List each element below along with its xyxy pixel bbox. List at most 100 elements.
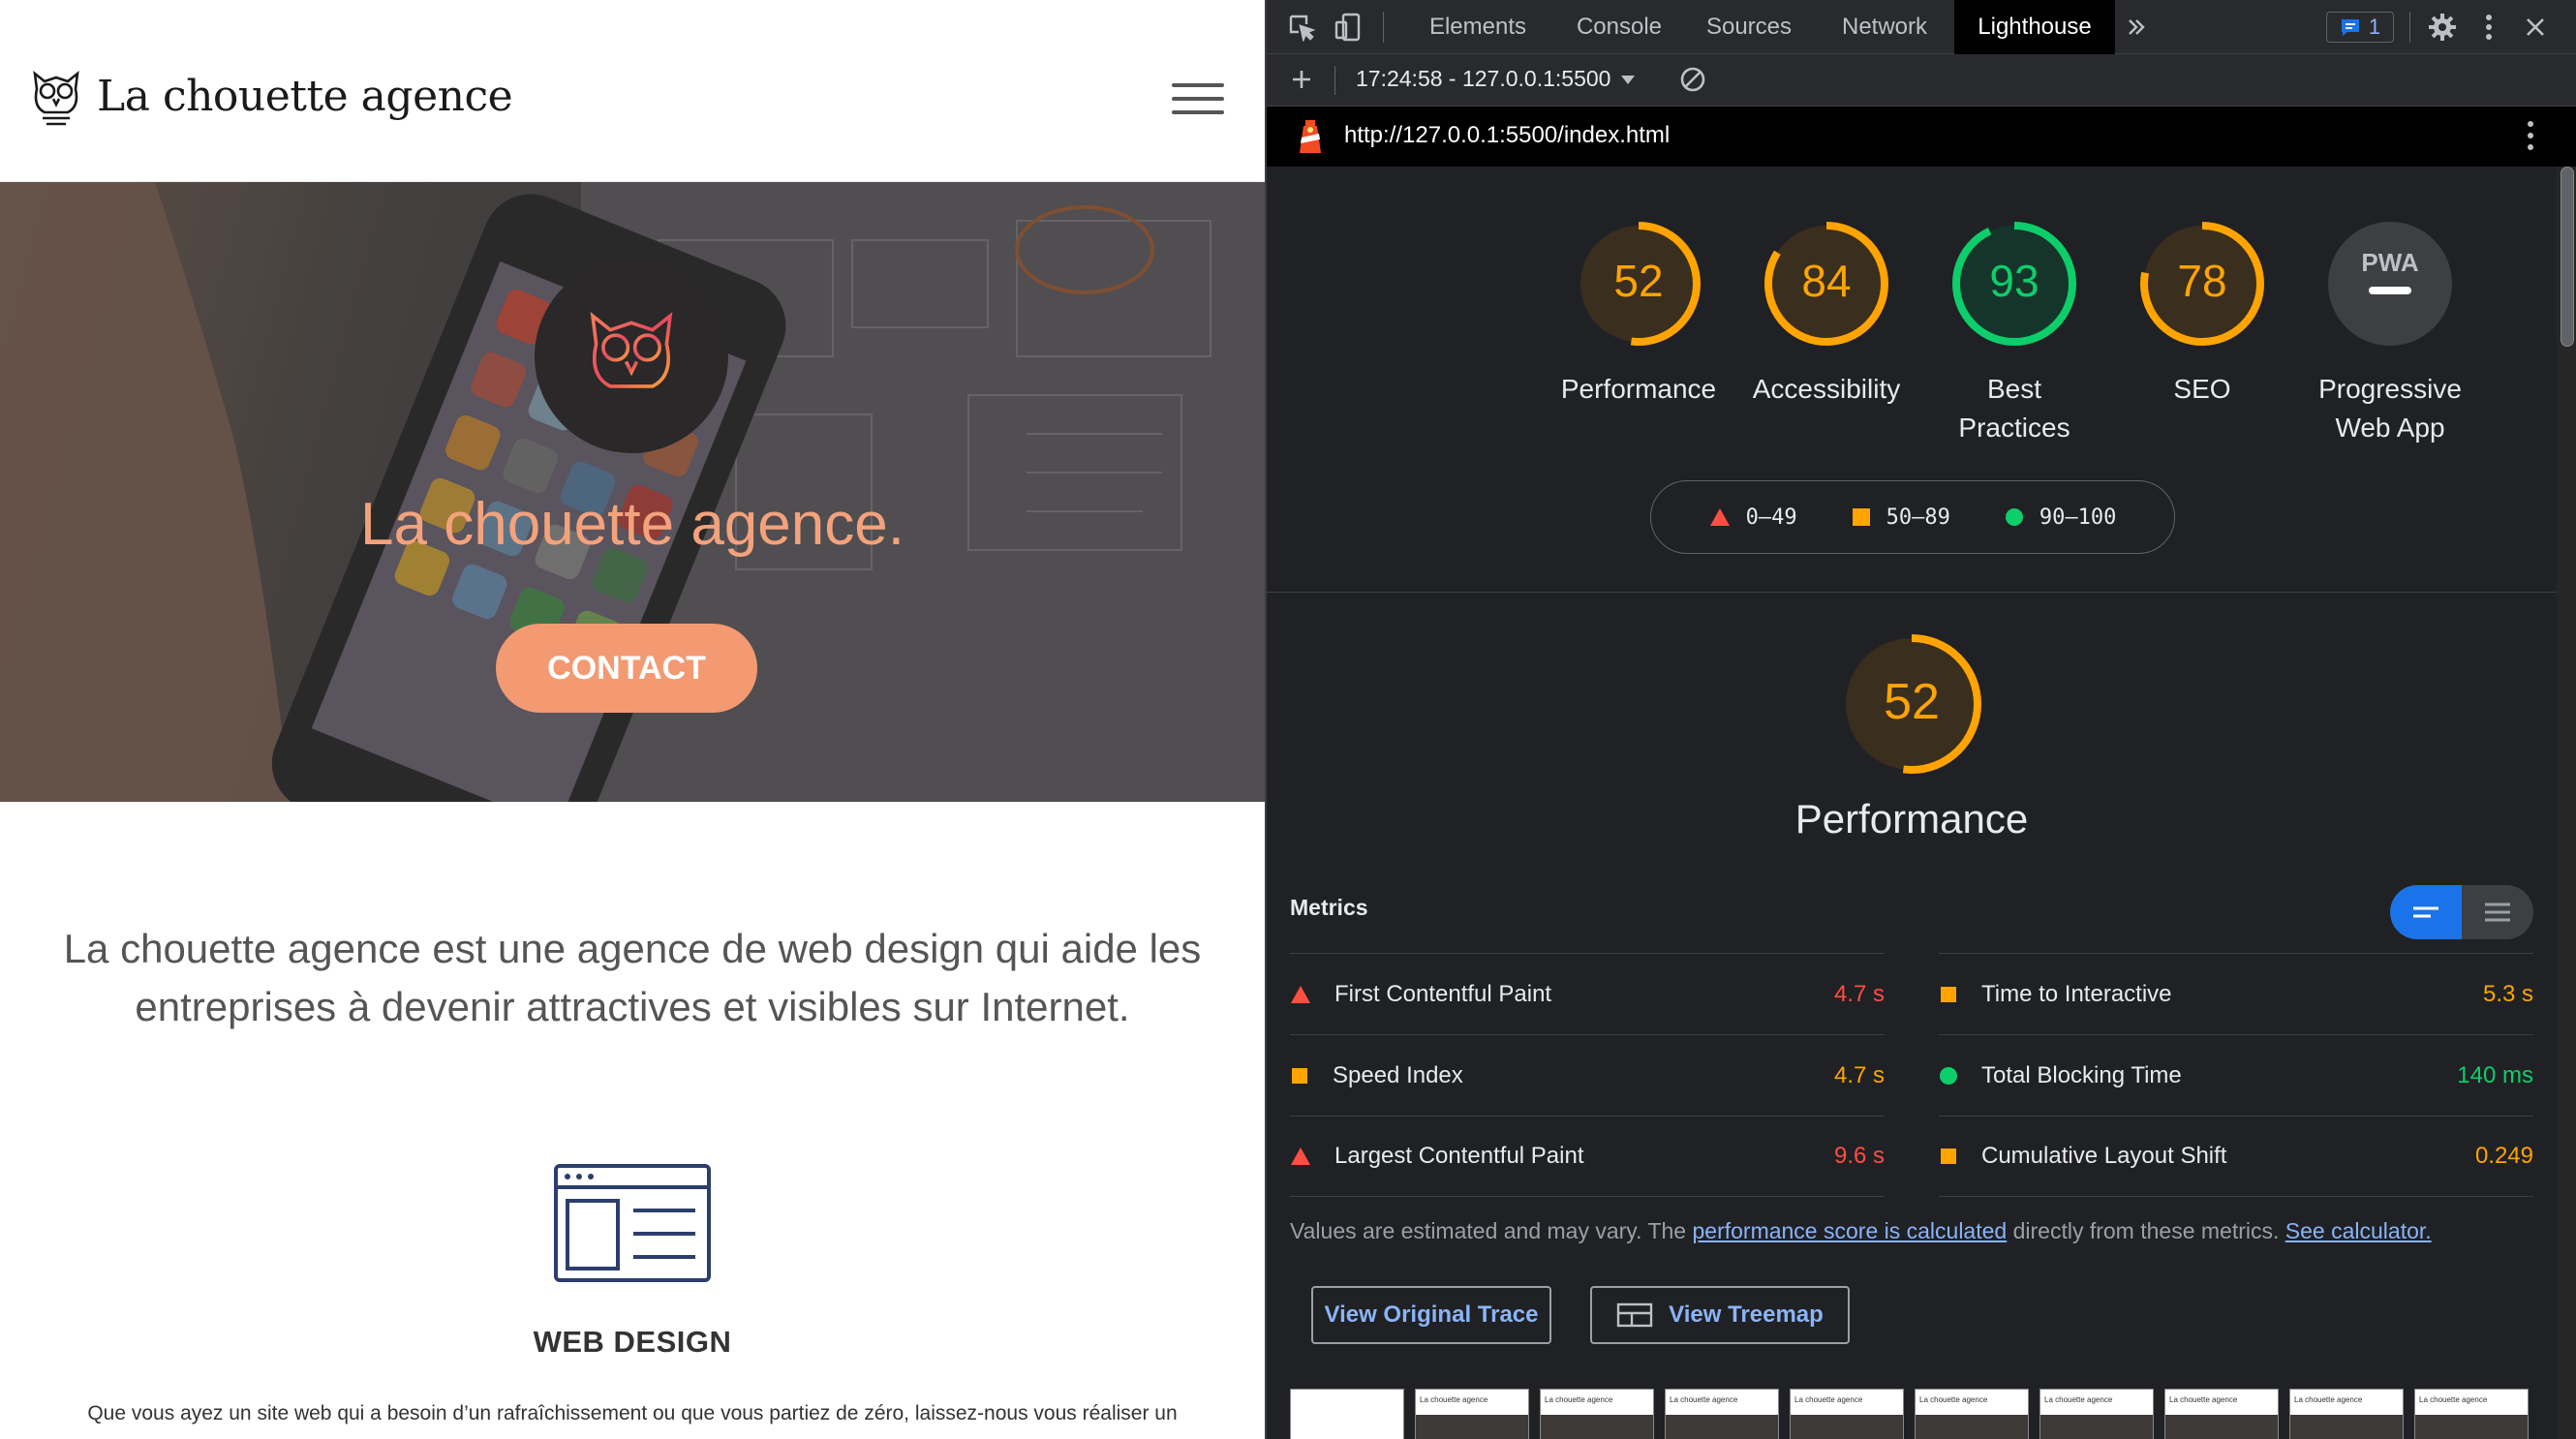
report-url[interactable]: http://127.0.0.1:5500/index.html [1344,122,1670,149]
metric-value: 9.6 s [1833,1143,1885,1169]
metric-row[interactable]: Speed Index 4.7 s [1290,1034,1885,1116]
metric-name: Speed Index [1333,1061,1463,1088]
filmstrip-frame-hero [1791,1415,1903,1439]
filmstrip-frame-logo: La chouette agence [1670,1395,1738,1404]
view-original-trace-button[interactable]: View Original Trace [1311,1286,1551,1344]
inspect-element-icon[interactable] [1284,10,1319,45]
intro-paragraph: La chouette agence est une agence de web… [63,926,1202,1029]
tab-console[interactable]: Console [1555,0,1683,54]
message-icon [2341,19,2359,36]
hero-banner: La chouette agence. CONTACT [0,182,1265,802]
gauge-ring: 78 [2140,222,2264,346]
filmstrip-frame: La chouette agence [2039,1389,2154,1439]
gauge-score: 52 [1613,256,1663,306]
hero-title: La chouette agence. [360,491,905,558]
legend-range: 0–49 [1745,505,1797,530]
metrics-column-left: First Contentful Paint 4.7 s Speed Index… [1290,953,1885,1197]
filmstrip-frame-logo: La chouette agence [2169,1395,2238,1404]
issues-badge[interactable]: 1 [2326,12,2394,43]
close-icon[interactable] [2518,10,2553,45]
issues-count: 1 [2368,15,2381,39]
view-treemap-button[interactable]: View Treemap [1590,1286,1850,1344]
metric-row[interactable]: Cumulative Layout Shift 0.249 [1939,1116,2533,1197]
tab-elements[interactable]: Elements [1400,0,1555,54]
legend-item-average: 50–89 [1852,505,1950,530]
gauge-score: 84 [1801,256,1851,306]
score-legend: 0–49 50–89 90–100 [1650,480,2175,554]
fail-triangle-icon [1291,1148,1310,1165]
filmstrip-frame-hero [1666,1415,1778,1439]
metrics-view-toggle[interactable] [2390,885,2533,939]
filmstrip-frame: La chouette agence [2414,1389,2529,1439]
chevron-double-right-icon[interactable] [2119,10,2154,45]
url-bar: http://127.0.0.1:5500/index.html [1267,107,2576,167]
more-vertical-icon[interactable] [2471,10,2506,45]
filmstrip-frame-hero [2165,1415,2278,1439]
site-logo[interactable]: La chouette agence [29,64,513,128]
compact-view-button[interactable] [2390,885,2462,939]
filmstrip-frame: La chouette agence [1915,1389,2029,1439]
filmstrip-frame: La chouette agence [1540,1389,1654,1439]
caret-down-icon [1621,75,1636,84]
circle-icon [2005,508,2023,526]
tab-sources[interactable]: Sources [1683,0,1815,54]
metric-row[interactable]: Largest Contentful Paint 9.6 s [1290,1116,1885,1197]
metric-name: Cumulative Layout Shift [1981,1143,2227,1169]
score-calculated-link[interactable]: performance score is calculated [1692,1218,2007,1243]
metric-name: Largest Contentful Paint [1334,1143,1584,1169]
metric-name: Time to Interactive [1981,980,2172,1007]
contact-button[interactable]: CONTACT [496,624,757,713]
devtools-tabbar: Elements Console Sources Network Lightho… [1267,0,2576,54]
metric-value: 0.249 [2474,1143,2533,1169]
filmstrip-frame-logo: La chouette agence [1420,1395,1488,1404]
filmstrip-frame-hero [1416,1415,1528,1439]
legend-range: 50–89 [1886,505,1950,530]
scrollbar[interactable] [2557,167,2576,1439]
gauge-ring: 93 [1952,222,2076,346]
hamburger-menu-icon[interactable] [1172,83,1224,116]
gauge-seo[interactable]: 78 SEO [2105,219,2299,409]
expanded-view-button[interactable] [2462,885,2533,939]
service-description: Que vous ayez un site web qui a besoin d… [87,1402,1178,1424]
site-logo-text: La chouette agence [97,71,513,121]
see-calculator-link[interactable]: See calculator. [2285,1218,2432,1243]
report-select[interactable]: 17:24:58 - 127.0.0.1:5500 [1356,66,1636,92]
website-preview: La chouette agence La chouette agence. C… [0,0,1265,1439]
owl-logo-icon [33,70,79,126]
tab-lighthouse[interactable]: Lighthouse [1954,0,2115,54]
pwa-badge-text: PWA [2361,248,2418,277]
legend-item-fail: 0–49 [1709,505,1797,530]
pass-circle-icon [1940,1066,1957,1085]
filmstrip-frame-logo: La chouette agence [1919,1395,1988,1404]
view-treemap-label: View Treemap [1669,1301,1824,1328]
gauge-best-practices[interactable]: 93 Best Practices [1917,219,2111,447]
metric-row[interactable]: First Contentful Paint 4.7 s [1290,953,1885,1034]
metric-row[interactable]: Time to Interactive 5.3 s [1939,953,2533,1034]
plus-icon[interactable] [1284,62,1319,97]
score-gauges: 52 Performance 84 Accessibility 93 Best P… [1267,167,2557,593]
scrollbar-thumb[interactable] [2561,167,2574,347]
gauge-pwa[interactable]: PWA Progressive Web App [2293,219,2487,447]
hero-owl-badge [535,260,728,453]
gauge-label: Performance [1560,374,1717,404]
gauge-performance[interactable]: 52 Performance [1542,219,1735,409]
metric-value: 140 ms [2457,1061,2533,1088]
note-middle: directly from these metrics. [2007,1218,2285,1243]
performance-section-header: 52 Performance [1784,631,2039,842]
metrics-column-right: Time to Interactive 5.3 s Total Blocking… [1939,953,2533,1197]
metric-name: Total Blocking Time [1981,1061,2182,1088]
filmstrip-frame: La chouette agence [1415,1389,1529,1439]
filmstrip-frame-logo: La chouette agence [2294,1395,2363,1404]
metric-row[interactable]: Total Blocking Time 140 ms [1939,1034,2533,1116]
tab-network[interactable]: Network [1815,0,1954,54]
filmstrip-frame: La chouette agence [1665,1389,1779,1439]
clear-icon[interactable] [1675,62,1710,97]
gauge-ring: 84 [1764,222,1888,346]
metrics-note: Values are estimated and may vary. The p… [1290,1218,2549,1244]
metric-name: First Contentful Paint [1334,980,1552,1007]
compact-list-icon [2413,906,2438,918]
device-toolbar-icon[interactable] [1331,10,1365,45]
gauge-accessibility[interactable]: 84 Accessibility [1730,219,1923,409]
gear-icon[interactable] [2425,10,2460,45]
more-vertical-icon[interactable] [2526,118,2555,157]
